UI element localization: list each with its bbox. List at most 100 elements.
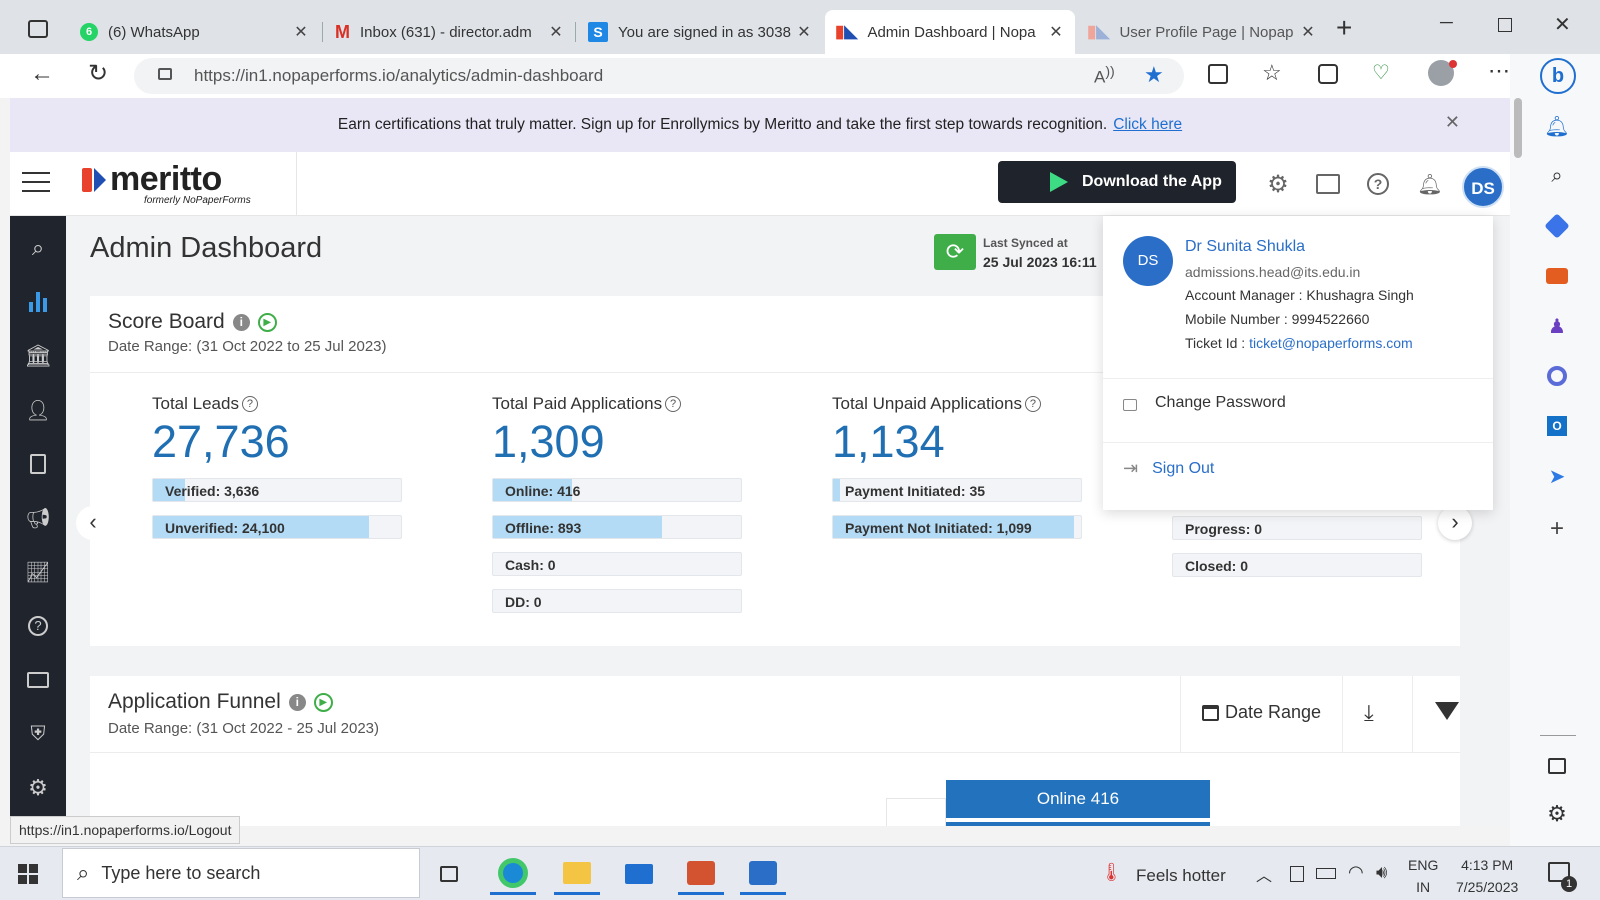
outlook-icon[interactable]: O (1543, 412, 1571, 440)
nav-institution-icon[interactable]: 🏛︎ (22, 340, 54, 372)
sync-button[interactable]: ⟳ (934, 234, 976, 270)
weather-text[interactable]: Feels hotter (1136, 866, 1226, 886)
search-icon[interactable]: ⌕ (1543, 162, 1571, 190)
close-icon[interactable]: ✕ (1445, 112, 1460, 133)
nav-analytics-icon[interactable] (22, 286, 54, 318)
download-icon[interactable]: ⤓ (1364, 700, 1374, 726)
play-icon[interactable]: ▶ (257, 312, 277, 332)
browser-essentials-icon[interactable]: ♡ (1372, 60, 1390, 85)
device-icon[interactable] (1290, 866, 1304, 882)
stat-bar[interactable]: Closed: 0 (1172, 553, 1422, 577)
tab-actions-icon[interactable] (28, 20, 48, 38)
edge-browser-icon[interactable] (490, 853, 536, 895)
tab-admin-dashboard[interactable]: ▮◣ Admin Dashboard | Nopa ✕ (825, 10, 1075, 54)
games-icon[interactable]: ♟ (1543, 312, 1571, 340)
tools-briefcase-icon[interactable] (1543, 262, 1571, 290)
tab-user-profile[interactable]: ▮◣ User Profile Page | Nopap ✕ (1077, 10, 1327, 54)
microsoft365-icon[interactable] (1543, 362, 1571, 390)
favorite-star-icon[interactable]: ★ (1144, 62, 1164, 88)
nav-settings-icon[interactable]: ⚙ (22, 772, 54, 804)
clock[interactable]: 4:13 PM 7/25/2023 (1456, 854, 1518, 898)
notification-bell-icon[interactable]: 🔔︎ (1543, 112, 1571, 140)
ticket-link[interactable]: ticket@nopaperforms.com (1249, 335, 1413, 351)
taskbar-search[interactable]: ⌕ Type here to search (62, 848, 420, 898)
change-password-item[interactable]: Change Password (1123, 394, 1286, 412)
funnel-bar[interactable] (946, 818, 1210, 826)
stat-bar[interactable]: Payment Initiated: 35 (832, 478, 1082, 502)
file-explorer-icon[interactable] (554, 853, 600, 895)
play-icon[interactable]: ▶ (313, 692, 333, 712)
tab-gmail[interactable]: M Inbox (631) - director.adm ✕ (325, 10, 575, 54)
hamburger-menu-icon[interactable] (22, 172, 50, 192)
tab-signed-in[interactable]: S You are signed in as 3038 ✕ (578, 10, 823, 54)
stat-bar[interactable]: DD: 0 (492, 589, 742, 613)
shopping-tag-icon[interactable] (1543, 212, 1571, 240)
weather-icon[interactable]: 🌡︎ (1100, 862, 1123, 883)
funnel-bar[interactable]: Online 416 (946, 780, 1210, 818)
stat-bar[interactable]: Unverified: 24,100 (152, 515, 402, 539)
task-view-icon[interactable] (426, 853, 472, 895)
help-icon[interactable]: ? (241, 396, 258, 412)
profile-name[interactable]: Dr Sunita Shukla (1185, 238, 1305, 256)
notification-icon[interactable]: 🔔︎ (1416, 170, 1444, 198)
info-icon[interactable]: i (288, 693, 306, 711)
battery-icon[interactable] (1316, 868, 1336, 879)
carousel-prev-button[interactable]: ‹ (76, 506, 110, 540)
stat-bar[interactable]: Online: 416 (492, 478, 742, 502)
stat-bar[interactable]: Payment Not Initiated: 1,099 (832, 515, 1082, 539)
carousel-next-button[interactable]: › (1438, 506, 1472, 540)
close-icon[interactable]: ✕ (1299, 22, 1317, 42)
favorites-icon[interactable]: ☆ (1262, 60, 1282, 86)
add-sidebar-icon[interactable]: + (1543, 515, 1571, 543)
minimize-button[interactable]: ─ (1440, 12, 1453, 33)
help-icon[interactable]: ? (1364, 170, 1392, 198)
announcement-icon[interactable] (1314, 170, 1342, 198)
settings-gear-icon[interactable]: ⚙ (1543, 800, 1571, 828)
settings-icon[interactable]: ⚙ (1264, 170, 1292, 198)
close-window-button[interactable]: ✕ (1554, 12, 1571, 37)
nav-security-icon[interactable]: ⛨ (22, 718, 54, 750)
read-aloud-icon[interactable]: A)) (1094, 64, 1115, 88)
nav-billing-icon[interactable] (22, 664, 54, 696)
more-menu-icon[interactable]: ⋯ (1488, 58, 1510, 84)
user-avatar-button[interactable]: DS (1462, 166, 1504, 208)
back-button[interactable]: ← (30, 60, 54, 88)
close-icon[interactable]: ✕ (1047, 22, 1065, 42)
collections-icon[interactable] (1318, 64, 1338, 84)
volume-icon[interactable]: 🔊︎ (1376, 862, 1387, 883)
language-indicator[interactable]: ENG IN (1408, 854, 1438, 898)
bing-copilot-icon[interactable]: b (1540, 58, 1576, 94)
download-app-button[interactable]: Download the App (998, 161, 1236, 203)
address-bar[interactable]: https://in1.nopaperforms.io/analytics/ad… (134, 58, 1184, 94)
nav-search-icon[interactable]: ⌕ (22, 232, 54, 264)
split-screen-icon[interactable] (1208, 64, 1228, 84)
sign-out-item[interactable]: ⇥ Sign Out (1123, 458, 1214, 479)
new-tab-button[interactable]: + (1336, 12, 1352, 44)
tray-chevron-icon[interactable]: ︿ (1256, 862, 1272, 886)
stat-bar[interactable]: Offline: 893 (492, 515, 742, 539)
banner-link[interactable]: Click here (1113, 116, 1182, 134)
wifi-icon[interactable]: ◠ (1348, 862, 1364, 883)
meritto-logo[interactable]: meritto formerly NoPaperForms (82, 160, 251, 208)
powerpoint-icon[interactable] (678, 853, 724, 895)
maximize-button[interactable] (1498, 18, 1512, 32)
close-icon[interactable]: ✕ (547, 22, 565, 42)
stat-bar[interactable]: Cash: 0 (492, 552, 742, 576)
send-icon[interactable]: ➤ (1543, 462, 1571, 490)
nav-user-icon[interactable]: 👤︎ (22, 394, 54, 426)
mail-icon[interactable] (616, 853, 662, 895)
help-icon[interactable]: ? (1024, 396, 1041, 412)
nav-forms-icon[interactable] (22, 448, 54, 480)
filter-icon[interactable] (1435, 702, 1459, 720)
stat-bar[interactable]: Verified: 3,636 (152, 478, 402, 502)
windows-start-icon[interactable] (18, 864, 38, 884)
sidebar-toggle-icon[interactable] (1543, 752, 1571, 780)
nav-campaign-icon[interactable]: 📢︎ (22, 502, 54, 534)
info-icon[interactable]: i (232, 313, 250, 331)
nav-reports-icon[interactable]: 📈︎ (22, 556, 54, 588)
stat-bar[interactable]: Progress: 0 (1172, 516, 1422, 540)
close-icon[interactable]: ✕ (795, 22, 813, 42)
photos-icon[interactable] (740, 853, 786, 895)
nav-help-icon[interactable]: ? (22, 610, 54, 642)
refresh-button[interactable]: ↻ (88, 59, 108, 88)
